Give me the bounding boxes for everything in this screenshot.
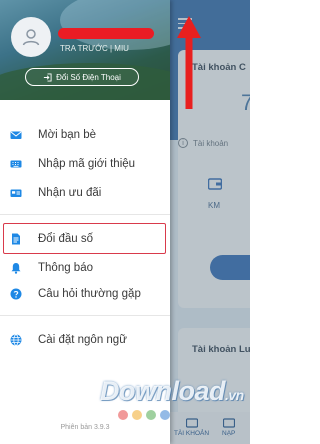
menu-item-invite-friends[interactable]: Mời bạn bè — [0, 124, 170, 146]
watermark-dot — [160, 410, 170, 420]
watermark-dots — [118, 410, 170, 420]
watermark-logo: Download.vn — [100, 376, 244, 407]
drawer-header: TRA TRƯỚC | MIU Đổi Số Điện Thoại — [0, 0, 170, 100]
menu-item-language[interactable]: Cài đặt ngôn ngữ — [0, 329, 170, 351]
user-icon — [22, 29, 40, 46]
menu-item-label: Câu hỏi thường gặp — [38, 288, 141, 300]
highlight-box — [3, 223, 166, 254]
menu-item-label: Mời bạn bè — [38, 129, 97, 141]
keyboard-icon — [10, 158, 22, 170]
watermark-dot — [146, 410, 156, 420]
menu-divider — [0, 315, 170, 316]
menu-item-label: Nhập mã giới thiệu — [38, 158, 136, 170]
avatar[interactable] — [11, 17, 51, 57]
watermark-text: Download — [100, 376, 226, 406]
user-name-redaction — [58, 28, 154, 39]
menu-item-label: Nhận ưu đãi — [38, 187, 102, 199]
question-icon — [10, 288, 22, 300]
watermark-suffix: .vn — [225, 387, 244, 403]
envelope-icon — [10, 129, 22, 141]
menu-item-faq[interactable]: Câu hỏi thường gặp — [0, 283, 170, 305]
gift-card-icon — [10, 187, 22, 199]
menu-item-label: Thông báo — [38, 262, 93, 274]
change-phone-number-button[interactable]: Đổi Số Điện Thoại — [25, 68, 139, 86]
header-background-image — [60, 0, 170, 50]
watermark-dot — [118, 410, 128, 420]
change-phone-number-label: Đổi Số Điện Thoại — [56, 72, 121, 82]
login-icon — [44, 72, 52, 82]
annotation-arrow-icon — [177, 16, 201, 109]
menu-item-offers[interactable]: Nhận ưu đãi — [0, 182, 170, 204]
menu-item-label: Cài đặt ngôn ngữ — [38, 334, 127, 346]
bell-icon — [10, 262, 22, 274]
menu-item-notifications[interactable]: Thông báo — [0, 257, 170, 279]
watermark-dot — [132, 410, 142, 420]
globe-icon — [10, 334, 22, 346]
app-version: Phiên bản 3.9.3 — [60, 424, 110, 431]
user-subtitle: TRA TRƯỚC | MIU — [60, 44, 129, 53]
menu-divider — [0, 214, 170, 215]
menu-item-referral-code[interactable]: Nhập mã giới thiệu — [0, 153, 170, 175]
